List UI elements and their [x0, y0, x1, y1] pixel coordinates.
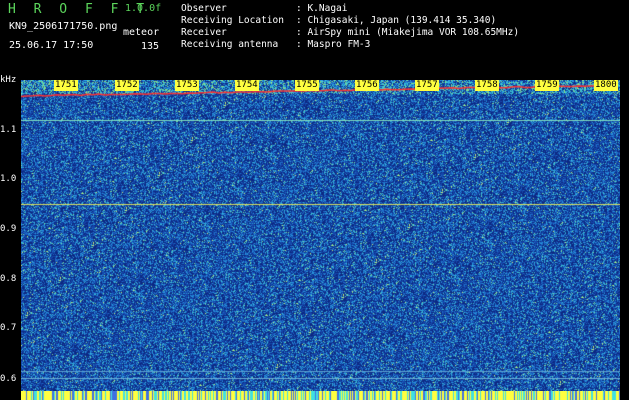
time-label: 1757 [415, 80, 439, 91]
time-label: 1800 [594, 80, 618, 91]
count-value: 135 [141, 41, 160, 52]
info-value-observer: : K.Nagai [296, 3, 348, 14]
info-value-receiver: : AirSpy mini (Miakejima VOR 108.65MHz) [296, 27, 520, 38]
signal-level-bar [21, 391, 620, 400]
time-label: 1754 [235, 80, 259, 91]
date-time: 25.06.17 17:50 [9, 40, 94, 51]
y-label: 0.7 [0, 323, 17, 333]
file-name: KN9_2506171750.png [9, 21, 118, 32]
y-label: 0.9 [0, 224, 17, 234]
y-axis: kHz 1.1 1.0 0.9 0.8 0.7 0.6 [0, 73, 21, 400]
y-label: 1.1 [0, 125, 17, 135]
info-value-location: : Chigasaki, Japan (139.414 35.340) [296, 15, 497, 26]
header-panel: H R O F F T 1.0.0f KN9_2506171750.png me… [0, 0, 629, 80]
y-label: 0.6 [0, 374, 17, 384]
y-label: 1.0 [0, 174, 17, 184]
info-label-receiver: Receiver [181, 27, 227, 38]
time-label: 1759 [535, 80, 559, 91]
info-label-antenna: Receiving antenna [181, 39, 279, 50]
time-label: 1755 [295, 80, 319, 91]
mode-label: meteor [123, 27, 160, 38]
info-label-location: Receiving Location [181, 15, 284, 26]
y-label: 0.8 [0, 274, 17, 284]
time-label: 1753 [175, 80, 199, 91]
time-label: 1751 [54, 80, 78, 91]
right-border [620, 80, 629, 400]
time-label: 1752 [115, 80, 139, 91]
y-axis-unit: kHz [0, 75, 17, 85]
info-label-observer: Observer [181, 3, 227, 14]
time-label: 1758 [475, 80, 499, 91]
spectrogram [21, 80, 620, 391]
app-version: 1.0.0f [125, 3, 162, 14]
time-label: 1756 [355, 80, 379, 91]
info-value-antenna: : Maspro FM-3 [296, 39, 371, 50]
